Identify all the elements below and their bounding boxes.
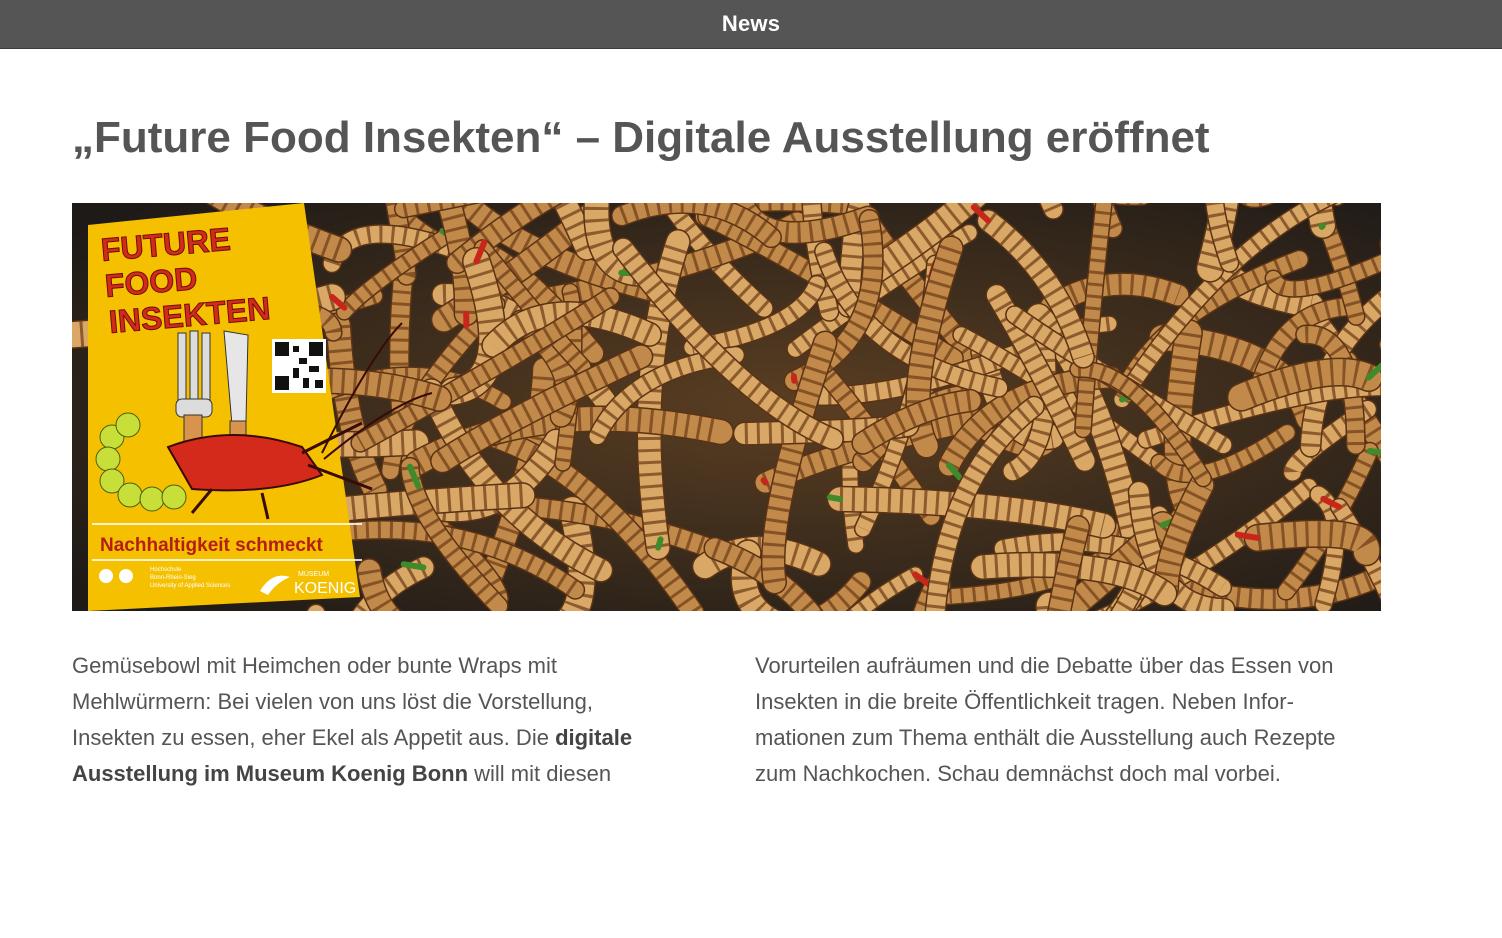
article-body-left: Gemüsebowl mit Heimchen oder bunte Wraps… <box>72 648 672 792</box>
article-body-right: Vorurteilen aufräumen und die Debatte üb… <box>755 653 1336 786</box>
article-title: „Future Food Insekten“ – Digitale Ausste… <box>72 113 1210 162</box>
top-bar: News <box>0 0 1502 49</box>
page-section-title: News <box>721 11 781 36</box>
poster-logo-left-line3: University of Applied Sciences <box>150 583 230 589</box>
poster-logo-right-line2: KOENIG <box>294 580 356 597</box>
hero-illustration: FUTURE FOOD INSEKTEN Nachhaltigkeit schm… <box>72 203 1381 611</box>
hochschule-logo-icon <box>99 569 113 583</box>
body-text-left-1: Gemüsebowl mit Heimchen oder bunte Wraps… <box>72 653 593 750</box>
poster-logo-left-line1: Hochschule <box>150 567 182 573</box>
qr-code <box>272 339 326 393</box>
body-text-left-2: will mit diesen <box>468 761 612 786</box>
article-hero-image: FUTURE FOOD INSEKTEN Nachhaltigkeit schm… <box>72 203 1381 611</box>
poster-logo-right-line1: MUSEUM <box>298 571 329 578</box>
poster-tagline: Nachhaltigkeit schmeckt <box>100 535 323 556</box>
poster-logo-left-line2: Bonn-Rhein-Sieg <box>150 575 196 581</box>
